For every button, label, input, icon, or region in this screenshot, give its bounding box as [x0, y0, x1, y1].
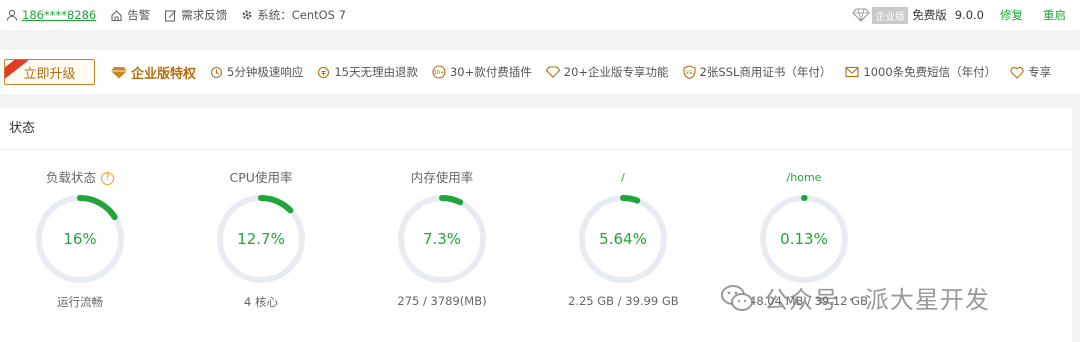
feedback-button[interactable]: 需求反馈 — [164, 7, 227, 23]
gauge-value: 5.64% — [599, 230, 647, 248]
user-phone[interactable]: 186****8286 — [22, 8, 96, 22]
feature-enterprise-functions[interactable]: 20+企业版专享功能 — [545, 64, 669, 80]
feature-fast-response[interactable]: 5分钟极速响应 — [210, 64, 303, 80]
diamond-icon — [852, 8, 870, 22]
gauge-ring: 0.13% — [760, 195, 848, 283]
gauge-title-text: 负载状态 — [45, 170, 96, 185]
exclusive-icon — [1010, 66, 1024, 79]
status-title: 状态 — [0, 108, 1072, 150]
gauge-title: 负载状态? — [25, 170, 135, 186]
enterprise-badge-label: 企业版 — [872, 6, 909, 24]
svg-text:SSL: SSL — [685, 70, 694, 76]
help-icon[interactable]: ? — [101, 171, 114, 185]
gauge-ring: 16% — [36, 195, 124, 283]
gauge-subtext: 275 / 3789(MB) — [397, 294, 487, 308]
alarm-button[interactable]: 告警 — [110, 7, 150, 23]
gauge-value: 16% — [63, 230, 96, 248]
gauge-title: 内存使用率 — [387, 170, 497, 186]
gauge-title-text: / — [621, 171, 625, 184]
system-info: 系统：CentOS 7 — [241, 7, 346, 23]
refund-icon — [318, 66, 330, 78]
gauge-value: 12.7% — [237, 230, 285, 248]
feature-sms[interactable]: 1000条免费短信（年付） — [845, 64, 996, 80]
gauge-ring: 7.3% — [398, 195, 486, 283]
feature-label: 专享 — [1028, 65, 1052, 79]
gear-icon — [242, 10, 252, 20]
feature-label: 20+企业版专享功能 — [563, 65, 669, 79]
feedback-label: 需求反馈 — [181, 8, 228, 22]
system-label: 系统：CentOS 7 — [257, 8, 346, 22]
user-icon — [6, 9, 18, 21]
fast-response-icon — [210, 66, 223, 78]
edition-label: 免费版 — [912, 8, 947, 22]
gauge-title: / — [568, 170, 678, 186]
feature-label: 15天无理由退款 — [334, 65, 418, 79]
alarm-label: 告警 — [127, 8, 151, 22]
feature-exclusive[interactable]: 专享 — [1010, 64, 1051, 80]
watermark-text: 公众号 · 派大星开发 — [764, 286, 990, 314]
enterprise-promo-bar: 立即升级 企业版特权 5分钟极速响应 15天无理由退款 30+ 30+款付费插件… — [0, 50, 1080, 94]
gauge-0[interactable]: 负载状态? 16% 运行流畅 — [25, 170, 135, 310]
gauge-subtext: 4 核心 — [244, 295, 278, 309]
version-number: 9.0.0 — [954, 8, 984, 22]
user-account[interactable]: 186****8286 — [6, 8, 96, 22]
gauge-title-text: CPU使用率 — [229, 170, 293, 185]
gauge-3[interactable]: / 5.64% 2.25 GB / 39.99 GB — [568, 170, 679, 308]
gauge-2[interactable]: 内存使用率 7.3% 275 / 3789(MB) — [387, 170, 497, 308]
plugin-icon: 30+ — [432, 65, 446, 79]
edit-icon — [165, 9, 177, 22]
crown-diamond-icon — [111, 66, 127, 78]
wechat-icon — [721, 284, 753, 311]
upgrade-label: 立即升级 — [23, 66, 76, 82]
upgrade-button[interactable]: 立即升级 — [4, 59, 95, 85]
enterprise-feature-label: 企业版特权 — [131, 66, 197, 82]
feature-label: 1000条免费短信（年付） — [863, 65, 997, 79]
top-bar: 186****8286 告警 需求反馈 系统：CentOS 7 企业版 免费版 … — [0, 0, 1080, 30]
gauge-subtext: 运行流畅 — [57, 295, 103, 309]
feature-refund[interactable]: 15天无理由退款 — [317, 64, 418, 80]
gauge-title-text: 内存使用率 — [410, 170, 474, 185]
enterprise-feature-title: 企业版特权 — [111, 63, 196, 82]
svg-text:30+: 30+ — [433, 70, 445, 76]
gauge-ring: 12.7% — [217, 195, 305, 283]
repair-link[interactable]: 修复 — [1000, 7, 1023, 23]
gauge-value: 7.3% — [423, 230, 461, 248]
feature-label: 30+款付费插件 — [449, 65, 532, 79]
feature-plugins[interactable]: 30+ 30+款付费插件 — [432, 64, 532, 80]
gauge-title-text: /home — [786, 171, 822, 184]
home-bell-icon — [111, 9, 122, 21]
gauge-subtext: 2.25 GB / 39.99 GB — [568, 294, 679, 308]
feature-label: 5分钟极速响应 — [227, 65, 304, 79]
gauge-value: 0.13% — [780, 230, 828, 248]
feature-ssl[interactable]: SSL 2张SSL商用证书（年付） — [682, 64, 832, 80]
gauge-title: CPU使用率 — [206, 170, 316, 186]
ssl-icon: SSL — [682, 65, 696, 79]
enterprise-badge[interactable]: 企业版 — [852, 6, 909, 24]
diamond-icon — [545, 66, 560, 78]
sms-icon — [845, 66, 859, 78]
restart-link[interactable]: 重启 — [1043, 7, 1066, 23]
gauge-1[interactable]: CPU使用率 12.7% 4 核心 — [206, 170, 316, 310]
feature-label: 2张SSL商用证书（年付） — [699, 65, 832, 79]
gauge-ring: 5.64% — [579, 195, 667, 283]
gauge-title: /home — [749, 170, 859, 186]
watermark: 公众号 · 派大星开发 — [720, 280, 990, 315]
